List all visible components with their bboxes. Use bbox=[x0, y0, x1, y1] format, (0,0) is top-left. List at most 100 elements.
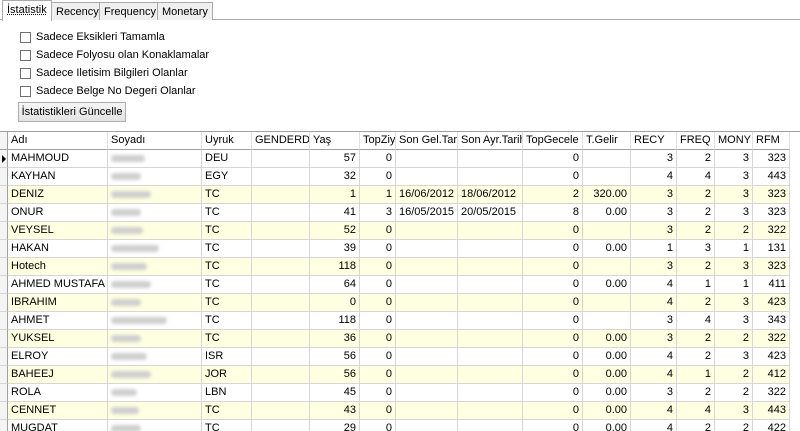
cell-adi[interactable]: CENNET bbox=[8, 402, 108, 420]
table-row[interactable]: IBRAHIM TC 0 0 0 4 2 3 423 bbox=[0, 294, 800, 312]
cell-top_ziyaret[interactable]: 0 bbox=[360, 402, 396, 420]
cell-freq[interactable]: 4 bbox=[677, 168, 715, 186]
cell-adi[interactable]: AHMED MUSTAFA bbox=[8, 276, 108, 294]
cell-freq[interactable]: 3 bbox=[677, 240, 715, 258]
cell-rfm[interactable]: 323 bbox=[753, 204, 790, 222]
cell-gelir[interactable]: 0.00 bbox=[583, 204, 631, 222]
cell-top_ziyaret[interactable]: 0 bbox=[360, 294, 396, 312]
cell-top_gecele[interactable]: 0 bbox=[523, 384, 583, 402]
row-header[interactable] bbox=[0, 312, 8, 330]
cell-mony[interactable]: 2 bbox=[715, 420, 753, 431]
cell-yas[interactable]: 52 bbox=[310, 222, 360, 240]
cell-recy[interactable]: 3 bbox=[631, 204, 677, 222]
cell-gender[interactable] bbox=[252, 384, 310, 402]
column-header[interactable]: TopZiyar bbox=[360, 132, 396, 150]
cell-top_gecele[interactable]: 0 bbox=[523, 222, 583, 240]
cell-yas[interactable]: 56 bbox=[310, 366, 360, 384]
cell-recy[interactable]: 4 bbox=[631, 348, 677, 366]
cell-son_gel[interactable] bbox=[396, 150, 458, 168]
cell-uyruk[interactable]: TC bbox=[202, 240, 252, 258]
cell-gender[interactable] bbox=[252, 204, 310, 222]
cell-freq[interactable]: 2 bbox=[677, 258, 715, 276]
cell-top_gecele[interactable]: 0 bbox=[523, 348, 583, 366]
cell-uyruk[interactable]: JOR bbox=[202, 366, 252, 384]
cell-gender[interactable] bbox=[252, 312, 310, 330]
cell-son_gel[interactable] bbox=[396, 330, 458, 348]
cell-gender[interactable] bbox=[252, 240, 310, 258]
table-row[interactable]: KAYHAN EGY 32 0 0 4 4 3 443 bbox=[0, 168, 800, 186]
cell-yas[interactable]: 43 bbox=[310, 402, 360, 420]
cell-son_ayr[interactable] bbox=[458, 258, 523, 276]
cell-soyadi-redacted[interactable] bbox=[108, 312, 202, 330]
cell-soyadi-redacted[interactable] bbox=[108, 366, 202, 384]
cell-gelir[interactable]: 320.00 bbox=[583, 186, 631, 204]
table-row[interactable]: VEYSEL TC 52 0 0 3 2 2 322 bbox=[0, 222, 800, 240]
cell-son_ayr[interactable]: 18/06/2012 bbox=[458, 186, 523, 204]
cell-gelir[interactable] bbox=[583, 258, 631, 276]
cell-recy[interactable]: 3 bbox=[631, 186, 677, 204]
row-header[interactable] bbox=[0, 168, 8, 186]
update-statistics-button[interactable]: İstatistikleri Güncelle bbox=[18, 102, 126, 122]
cell-top_gecele[interactable]: 2 bbox=[523, 186, 583, 204]
cell-top_ziyaret[interactable]: 0 bbox=[360, 384, 396, 402]
cell-adi[interactable]: DENIZ bbox=[8, 186, 108, 204]
column-header[interactable]: Soyadı bbox=[108, 132, 202, 150]
cell-top_ziyaret[interactable]: 0 bbox=[360, 168, 396, 186]
option-belge-no[interactable]: Sadece Belge No Degeri Olanlar bbox=[20, 82, 209, 100]
column-header[interactable]: TopGecele bbox=[523, 132, 583, 150]
cell-rfm[interactable]: 423 bbox=[753, 348, 790, 366]
cell-rfm[interactable]: 422 bbox=[753, 420, 790, 431]
row-header[interactable] bbox=[0, 420, 8, 431]
cell-yas[interactable]: 29 bbox=[310, 420, 360, 431]
table-row[interactable]: ONUR TC 41 3 16/05/2015 20/05/2015 8 0.00 3 2 3 323 bbox=[0, 204, 800, 222]
cell-soyadi-redacted[interactable] bbox=[108, 240, 202, 258]
cell-adi[interactable]: YUKSEL bbox=[8, 330, 108, 348]
cell-uyruk[interactable]: DEU bbox=[202, 150, 252, 168]
cell-son_gel[interactable] bbox=[396, 276, 458, 294]
cell-rfm[interactable]: 343 bbox=[753, 312, 790, 330]
cell-top_gecele[interactable]: 0 bbox=[523, 168, 583, 186]
table-row[interactable]: ROLA LBN 45 0 0 0.00 3 2 2 322 bbox=[0, 384, 800, 402]
cell-mony[interactable]: 2 bbox=[715, 366, 753, 384]
cell-rfm[interactable]: 412 bbox=[753, 366, 790, 384]
cell-gelir[interactable]: 0.00 bbox=[583, 384, 631, 402]
cell-yas[interactable]: 36 bbox=[310, 330, 360, 348]
tab-recency[interactable]: Recency bbox=[51, 2, 104, 20]
cell-soyadi-redacted[interactable] bbox=[108, 222, 202, 240]
row-header[interactable] bbox=[0, 222, 8, 240]
cell-gender[interactable] bbox=[252, 186, 310, 204]
cell-son_gel[interactable] bbox=[396, 294, 458, 312]
column-header[interactable]: RECY bbox=[631, 132, 677, 150]
cell-top_ziyaret[interactable]: 0 bbox=[360, 366, 396, 384]
row-header[interactable] bbox=[0, 348, 8, 366]
table-row[interactable]: MAHMOUD DEU 57 0 0 3 2 3 323 bbox=[0, 150, 800, 168]
cell-son_ayr[interactable] bbox=[458, 240, 523, 258]
column-header[interactable]: MONY bbox=[715, 132, 753, 150]
column-header[interactable]: RFM bbox=[753, 132, 790, 150]
cell-recy[interactable]: 4 bbox=[631, 294, 677, 312]
cell-gelir[interactable]: 0.00 bbox=[583, 366, 631, 384]
row-header[interactable] bbox=[0, 366, 8, 384]
cell-rfm[interactable]: 443 bbox=[753, 168, 790, 186]
cell-soyadi-redacted[interactable] bbox=[108, 420, 202, 431]
option-folyosu-olan[interactable]: Sadece Folyosu olan Konaklamalar bbox=[20, 46, 209, 64]
cell-son_ayr[interactable] bbox=[458, 168, 523, 186]
cell-son_gel[interactable] bbox=[396, 384, 458, 402]
cell-top_gecele[interactable]: 0 bbox=[523, 312, 583, 330]
cell-gelir[interactable]: 0.00 bbox=[583, 420, 631, 431]
cell-adi[interactable]: ELROY bbox=[8, 348, 108, 366]
cell-top_gecele[interactable]: 8 bbox=[523, 204, 583, 222]
cell-top_gecele[interactable]: 0 bbox=[523, 294, 583, 312]
cell-uyruk[interactable]: TC bbox=[202, 312, 252, 330]
cell-adi[interactable]: ROLA bbox=[8, 384, 108, 402]
cell-mony[interactable]: 1 bbox=[715, 240, 753, 258]
cell-soyadi-redacted[interactable] bbox=[108, 150, 202, 168]
cell-gelir[interactable]: 0.00 bbox=[583, 348, 631, 366]
cell-gelir[interactable]: 0.00 bbox=[583, 276, 631, 294]
cell-recy[interactable]: 3 bbox=[631, 312, 677, 330]
cell-top_gecele[interactable]: 0 bbox=[523, 366, 583, 384]
cell-uyruk[interactable]: TC bbox=[202, 222, 252, 240]
cell-mony[interactable]: 3 bbox=[715, 402, 753, 420]
cell-son_gel[interactable]: 16/06/2012 bbox=[396, 186, 458, 204]
cell-yas[interactable]: 118 bbox=[310, 258, 360, 276]
